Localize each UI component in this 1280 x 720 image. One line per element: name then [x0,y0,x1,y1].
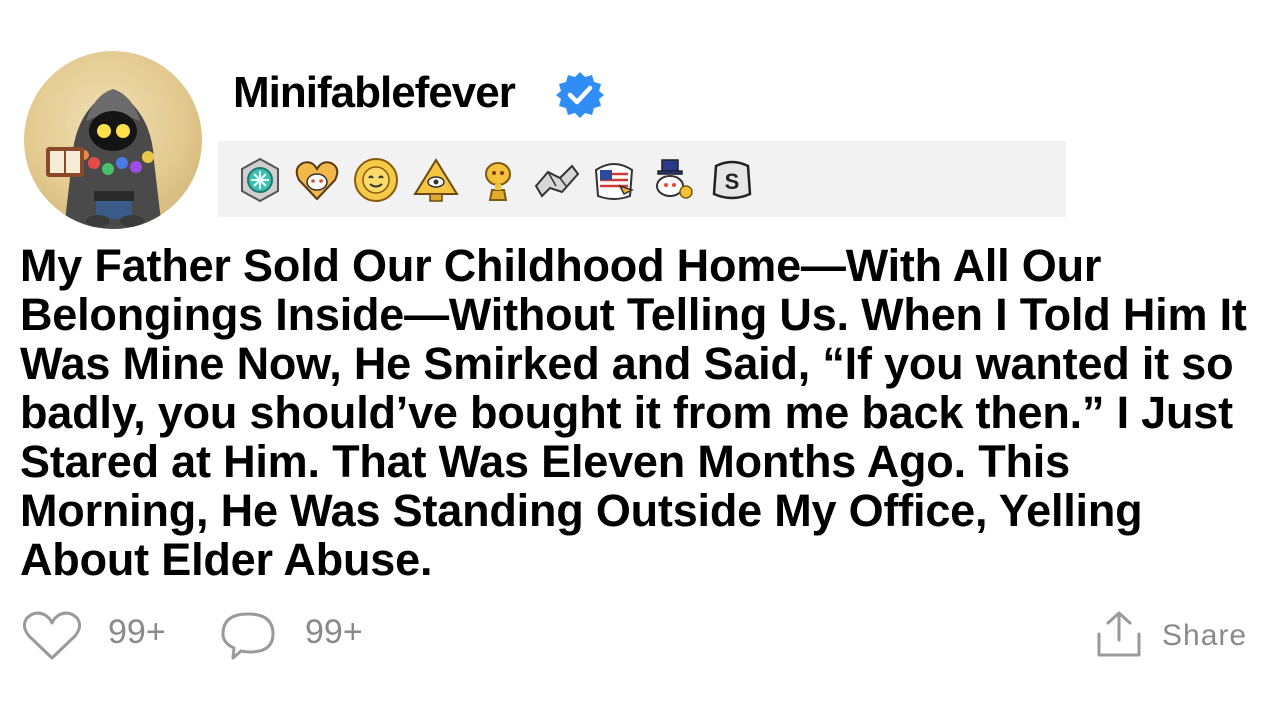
like-count: 99+ [108,613,166,651]
post-title[interactable]: My Father Sold Our Childhood Home—With A… [20,241,1265,584]
username[interactable]: Minifablefever [233,66,516,120]
comment-count: 99+ [305,613,363,651]
awards-bar: S [218,141,1066,217]
sun-face-award-icon[interactable] [352,156,400,204]
share-upload-icon[interactable] [1096,610,1142,658]
silver-badge-award-icon[interactable] [236,156,284,204]
silver-s-award-icon[interactable]: S [708,156,756,204]
verified-badge-icon [555,70,605,120]
comment-bubble-icon[interactable] [219,610,277,662]
heart-snoo-award-icon[interactable] [293,156,341,204]
post-card: Minifablefever S My Father Sold Our Chil… [0,0,1280,720]
svg-text:S: S [725,169,740,194]
handshake-award-icon[interactable] [532,156,580,204]
eagle-flag-award-icon[interactable] [590,156,638,204]
pyramid-eye-award-icon[interactable] [412,156,460,204]
snoo-top-hat-award-icon[interactable] [648,156,696,204]
heart-like-icon[interactable] [21,610,83,662]
share-button[interactable]: Share [1162,618,1247,654]
avatar[interactable] [24,51,202,229]
action-bar: 99+ 99+ Share [0,602,1280,662]
gold-snoo-trophy-award-icon[interactable] [474,156,522,204]
